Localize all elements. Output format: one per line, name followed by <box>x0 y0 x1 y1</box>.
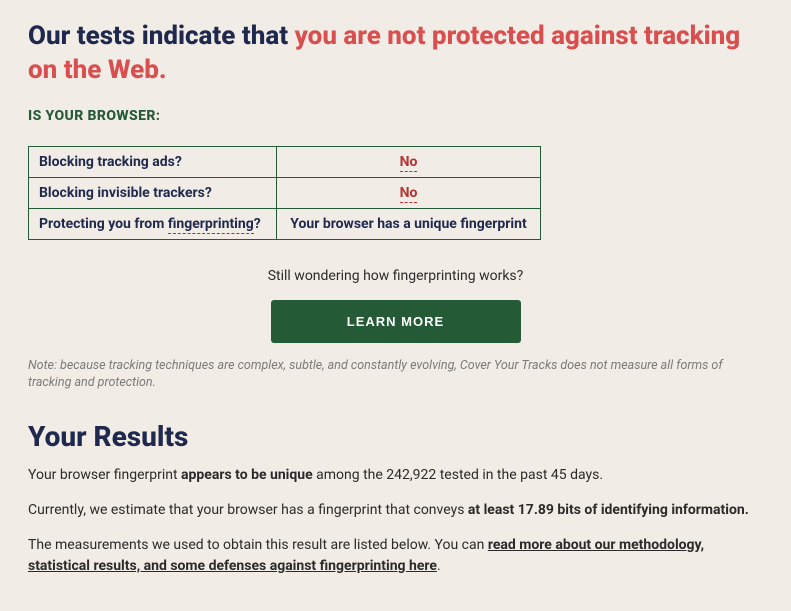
table-row: Protecting you from fingerprinting? Your… <box>29 208 541 239</box>
note-text: Note: because tracking techniques are co… <box>28 357 763 392</box>
result-para-bits: Currently, we estimate that your browser… <box>28 500 763 521</box>
table-row: Blocking invisible trackers? No <box>29 177 541 208</box>
still-wondering-text: Still wondering how fingerprinting works… <box>28 268 763 284</box>
table-row: Blocking tracking ads? No <box>29 146 541 177</box>
result-para-methodology: The measurements we used to obtain this … <box>28 535 763 577</box>
learn-more-button[interactable]: LEARN MORE <box>271 300 521 343</box>
table-row-answer: No <box>277 146 541 177</box>
table-row-label: Blocking invisible trackers? <box>29 177 277 208</box>
unique-bold: appears to be unique <box>181 467 313 483</box>
bits-bold: at least 17.89 bits of identifying infor… <box>468 502 749 518</box>
label-suffix: ? <box>254 216 261 232</box>
table-row-answer: Your browser has a unique fingerprint <box>277 208 541 239</box>
no-value: No <box>400 185 418 203</box>
browser-question-label: IS YOUR BROWSER: <box>28 108 763 124</box>
learn-section: Still wondering how fingerprinting works… <box>28 268 763 343</box>
protection-table: Blocking tracking ads? No Blocking invis… <box>28 146 541 240</box>
label-prefix: Protecting you from <box>39 216 168 232</box>
results-heading: Your Results <box>28 420 763 453</box>
table-row-label: Protecting you from fingerprinting? <box>29 208 277 239</box>
no-value: No <box>400 154 418 172</box>
table-row-label: Blocking tracking ads? <box>29 146 277 177</box>
heading-prefix: Our tests indicate that <box>28 21 295 51</box>
fingerprinting-term[interactable]: fingerprinting <box>168 216 254 234</box>
main-heading: Our tests indicate that you are not prot… <box>28 20 763 88</box>
result-para-uniqueness: Your browser fingerprint appears to be u… <box>28 465 763 486</box>
table-row-answer: No <box>277 177 541 208</box>
